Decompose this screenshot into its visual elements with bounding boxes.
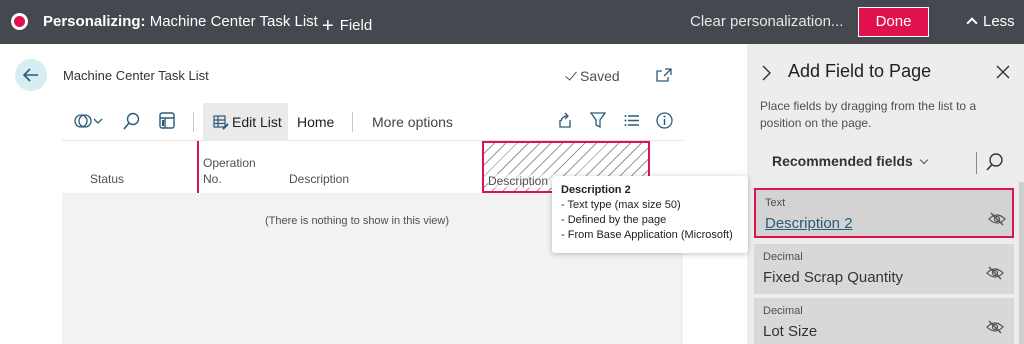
- info-icon[interactable]: [656, 112, 673, 134]
- edit-list-icon: [213, 115, 229, 130]
- field-card-fixed-scrap-quantity[interactable]: Decimal Fixed Scrap Quantity: [754, 244, 1014, 294]
- field-type: Decimal: [763, 305, 803, 317]
- more-options-button[interactable]: More options: [372, 114, 453, 130]
- popout-icon[interactable]: [656, 68, 672, 87]
- field-tooltip: Description 2 - Text type (max size 50) …: [552, 176, 748, 253]
- panel-scrollbar[interactable]: [1019, 182, 1024, 344]
- field-type: Text: [765, 197, 786, 209]
- field-type: Decimal: [763, 251, 803, 263]
- hidden-eye-icon[interactable]: [986, 320, 1004, 339]
- done-button[interactable]: Done: [858, 7, 929, 37]
- back-button[interactable]: [15, 59, 47, 91]
- record-indicator-icon: [11, 13, 28, 30]
- panel-divider: [976, 152, 977, 174]
- column-description-2: Description 2: [488, 174, 559, 188]
- panel-title: Add Field to Page: [788, 61, 932, 81]
- action-bar: Edit List Home More options: [62, 103, 683, 141]
- add-field-panel: Add Field to Page Place fields by draggi…: [747, 44, 1024, 344]
- search-icon[interactable]: [986, 152, 1004, 177]
- field-name: Fixed Scrap Quantity: [763, 269, 904, 286]
- field-name: Lot Size: [763, 323, 818, 340]
- personalizing-page-name: Machine Center Task List: [149, 13, 318, 30]
- share-icon[interactable]: [556, 112, 572, 134]
- action-bar-divider: [352, 112, 353, 132]
- tab-home[interactable]: Home: [297, 114, 334, 130]
- personalizing-label: Personalizing:: [43, 13, 146, 30]
- list-view-icon[interactable]: [624, 112, 640, 134]
- saved-label: Saved: [580, 68, 620, 84]
- chevron-down-icon: [919, 155, 929, 165]
- close-icon[interactable]: [996, 65, 1010, 84]
- back-arrow-icon: [22, 68, 38, 82]
- filter-pane-icon[interactable]: [159, 112, 175, 134]
- clear-personalization-link[interactable]: Clear personalization...: [690, 13, 843, 30]
- panel-description: Place fields by dragging from the list t…: [760, 99, 977, 130]
- collapse-panel-icon[interactable]: [761, 65, 771, 86]
- tooltip-line: - Text type (max size 50): [561, 199, 681, 211]
- tooltip-line: - Defined by the page: [561, 214, 667, 226]
- personalizing-title: Personalizing: Machine Center Task List: [43, 13, 318, 30]
- filter-icon[interactable]: [589, 112, 607, 134]
- less-button[interactable]: Less: [966, 13, 1015, 30]
- checkmark-icon: [565, 68, 577, 81]
- page-title: Machine Center Task List: [63, 68, 209, 83]
- field-card-lot-size[interactable]: Decimal Lot Size: [754, 298, 1014, 344]
- tooltip-title: Description 2: [561, 184, 631, 196]
- recommended-fields-label: Recommended fields: [772, 153, 913, 169]
- hidden-eye-icon[interactable]: [988, 212, 1006, 231]
- chevron-up-icon: [966, 17, 978, 29]
- column-operation-no-line1[interactable]: Operation: [203, 156, 256, 170]
- saved-status: Saved: [565, 68, 620, 84]
- less-label: Less: [983, 13, 1015, 30]
- analysis-mode-icon[interactable]: [74, 112, 106, 135]
- field-card-description-2[interactable]: Text Description 2: [754, 188, 1014, 238]
- edit-list-button[interactable]: Edit List: [203, 103, 288, 141]
- column-operation-no-line2[interactable]: No.: [203, 172, 222, 186]
- add-field-button[interactable]: + Field: [322, 13, 373, 37]
- column-description[interactable]: Description: [289, 172, 349, 186]
- hidden-eye-icon[interactable]: [986, 266, 1004, 285]
- personalization-bar: Personalizing: Machine Center Task List …: [0, 0, 1024, 44]
- column-status[interactable]: Status: [90, 172, 124, 186]
- add-field-label: Field: [339, 17, 373, 34]
- column-drop-indicator: [197, 141, 199, 193]
- plus-icon: +: [322, 15, 334, 37]
- field-name[interactable]: Description 2: [765, 215, 853, 232]
- tooltip-line: - From Base Application (Microsoft): [561, 229, 733, 241]
- action-bar-divider: [193, 112, 194, 132]
- recommended-fields-dropdown[interactable]: Recommended fields: [772, 153, 929, 169]
- search-icon[interactable]: [123, 112, 141, 135]
- edit-list-label: Edit List: [232, 114, 282, 130]
